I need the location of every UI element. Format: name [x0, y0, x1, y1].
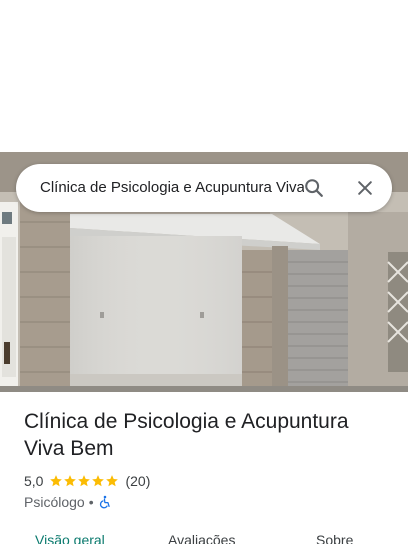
place-tabs: Visão geral Avaliações Sobre [0, 528, 408, 544]
star-icon [78, 475, 91, 487]
clear-search-button[interactable] [349, 172, 381, 204]
star-icon [92, 475, 105, 487]
rating-stars [49, 474, 119, 488]
category-row: Psicólogo • [24, 492, 112, 512]
close-icon [358, 181, 372, 195]
tab-reviews[interactable]: Avaliações [168, 532, 235, 544]
search-input[interactable]: Clínica de Psicologia e Acupuntura Viva … [40, 164, 304, 212]
tab-about[interactable]: Sobre [316, 532, 353, 544]
place-title: Clínica de Psicologia e Acupuntura Viva … [24, 410, 349, 460]
star-icon [64, 475, 77, 487]
category-label: Psicólogo [24, 494, 85, 510]
map-blank-area [0, 0, 408, 152]
review-count[interactable]: (20) [125, 473, 150, 489]
search-button[interactable] [298, 172, 330, 204]
wheelchair-icon [99, 495, 110, 509]
star-icon [50, 475, 63, 487]
rating-value: 5,0 [24, 473, 44, 489]
separator-dot: • [88, 494, 94, 510]
rating-row[interactable]: 5,0 (20) [24, 471, 150, 491]
search-bar[interactable]: Clínica de Psicologia e Acupuntura Viva … [16, 164, 392, 212]
tab-overview[interactable]: Visão geral [35, 532, 105, 544]
star-icon [106, 475, 119, 487]
search-icon [305, 179, 323, 197]
